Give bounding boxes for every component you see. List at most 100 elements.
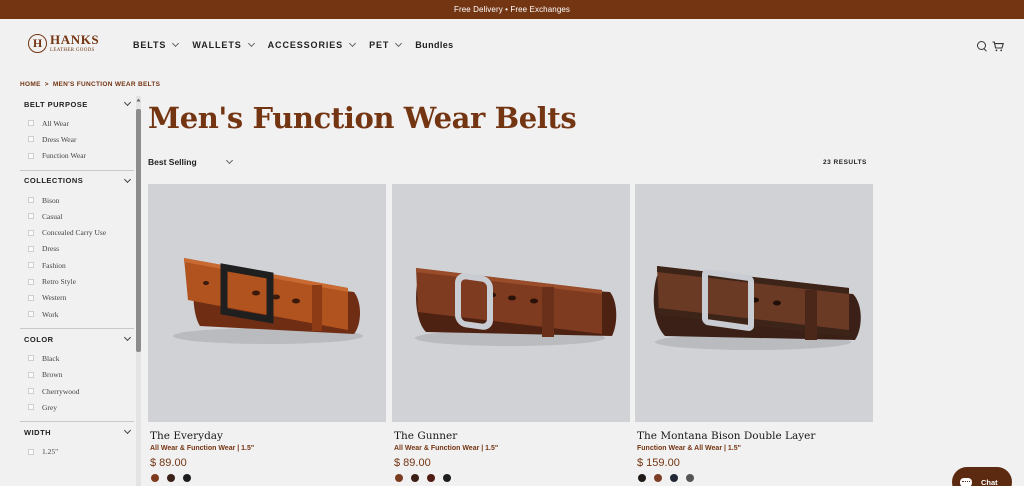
product-name[interactable]: The Montana Bison Double Layer xyxy=(637,430,815,442)
filter-option-label: Dress Wear xyxy=(42,134,77,144)
logo-name: HANKS xyxy=(50,32,100,47)
facet-title: COLLECTIONS xyxy=(24,176,84,186)
filter-option[interactable]: Black xyxy=(28,350,134,366)
filter-option[interactable]: Western xyxy=(28,290,134,306)
chat-button[interactable]: Chat xyxy=(952,467,1012,486)
product-card[interactable]: The Montana Bison Double Layer Function … xyxy=(635,184,873,486)
checkbox[interactable] xyxy=(28,311,34,318)
nav-item-label: WALLETS xyxy=(192,40,242,50)
scrollbar-thumb[interactable] xyxy=(136,109,141,352)
product-subtitle: All Wear & Function Wear | 1.5" xyxy=(150,445,255,452)
filter-option[interactable]: 1.25" xyxy=(28,443,134,459)
page-title: Men's Function Wear Belts xyxy=(148,101,577,135)
nav-item-pet[interactable]: PET xyxy=(369,39,403,50)
color-swatch[interactable] xyxy=(443,474,451,482)
filter-option[interactable]: Bison xyxy=(28,192,134,208)
nav-item-accessories[interactable]: ACCESSORIES xyxy=(268,39,357,50)
sort-label: Best Selling xyxy=(148,157,197,167)
color-swatch[interactable] xyxy=(670,474,678,482)
product-card[interactable]: The Everyday All Wear & Function Wear | … xyxy=(148,184,386,486)
sort-dropdown[interactable]: Best Selling xyxy=(148,156,233,167)
checkbox[interactable] xyxy=(28,371,34,378)
color-swatch[interactable] xyxy=(411,474,419,482)
filter-option-label: Cherrywood xyxy=(42,386,80,396)
color-swatch[interactable] xyxy=(638,474,646,482)
checkbox[interactable] xyxy=(28,152,34,159)
checkbox[interactable] xyxy=(28,213,34,220)
color-swatch[interactable] xyxy=(183,474,191,482)
filter-option[interactable]: All Wear xyxy=(28,115,134,131)
search-icon[interactable] xyxy=(977,41,988,52)
scroll-up-arrow-icon[interactable] xyxy=(136,97,141,103)
checkbox[interactable] xyxy=(28,245,34,252)
color-swatch[interactable] xyxy=(654,474,662,482)
header-icons xyxy=(977,41,1004,52)
checkbox[interactable] xyxy=(28,278,34,285)
facet-color: COLOR Black Brown Cherrywood Grey xyxy=(20,329,134,423)
color-swatch[interactable] xyxy=(686,474,694,482)
facet-collections: COLLECTIONS Bison Casual Concealed Carry… xyxy=(20,171,134,330)
product-image[interactable] xyxy=(635,184,873,422)
nav-item-belts[interactable]: BELTS xyxy=(133,39,180,50)
brand-logo[interactable]: H HANKS LEATHER GOODS xyxy=(28,31,99,55)
facet-options: All Wear Dress Wear Function Wear xyxy=(20,114,134,170)
checkbox[interactable] xyxy=(28,388,34,394)
breadcrumb-home[interactable]: HOME xyxy=(20,81,41,88)
color-swatch[interactable] xyxy=(151,474,159,482)
product-name[interactable]: The Gunner xyxy=(394,430,457,442)
filter-option[interactable]: Brown xyxy=(28,367,134,383)
cart-icon[interactable] xyxy=(992,41,1004,52)
checkbox[interactable] xyxy=(28,448,34,455)
facet-header[interactable]: BELT PURPOSE xyxy=(20,94,134,114)
product-card[interactable]: The Gunner All Wear & Function Wear | 1.… xyxy=(392,184,630,486)
logo-text: HANKS LEATHER GOODS xyxy=(50,33,99,53)
product-subtitle: All Wear & Function Wear | 1.5" xyxy=(394,445,499,452)
filter-option[interactable]: Concealed Carry Use xyxy=(28,224,134,240)
facet-title: BELT PURPOSE xyxy=(24,99,88,109)
filter-option-label: Grey xyxy=(42,402,57,412)
checkbox[interactable] xyxy=(28,262,34,269)
filter-option[interactable]: Dress xyxy=(28,241,134,257)
color-swatch[interactable] xyxy=(395,474,403,482)
checkbox[interactable] xyxy=(28,404,34,411)
chat-bubble-icon xyxy=(960,477,972,486)
checkbox[interactable] xyxy=(28,229,34,236)
product-name[interactable]: The Everyday xyxy=(150,430,223,442)
facet-title: WIDTH xyxy=(24,427,52,437)
filter-option[interactable]: Cherrywood xyxy=(28,383,134,399)
filter-option-label: Concealed Carry Use xyxy=(42,228,107,238)
logo-mark-icon: H xyxy=(28,33,47,53)
checkbox[interactable] xyxy=(28,355,34,362)
facet-header[interactable]: WIDTH xyxy=(20,422,134,442)
nav-item-bundles[interactable]: Bundles xyxy=(415,40,453,50)
filter-option-label: Work xyxy=(42,309,59,319)
checkbox[interactable] xyxy=(28,197,34,204)
product-image[interactable] xyxy=(148,184,386,422)
belt-image xyxy=(173,258,363,344)
filter-option-label: Western xyxy=(42,293,67,303)
filter-option[interactable]: Fashion xyxy=(28,257,134,273)
nav-item-wallets[interactable]: WALLETS xyxy=(192,39,255,50)
filter-option[interactable]: Work xyxy=(28,306,134,322)
filter-option[interactable]: Function Wear xyxy=(28,148,134,164)
checkbox[interactable] xyxy=(28,136,34,143)
filter-option[interactable]: Dress Wear xyxy=(28,131,134,147)
facet-header[interactable]: COLOR xyxy=(20,329,134,349)
chevron-down-icon xyxy=(123,334,132,342)
chevron-down-icon xyxy=(123,98,132,107)
checkbox[interactable] xyxy=(28,294,34,301)
filter-option[interactable]: Grey xyxy=(28,399,134,415)
facet-options: Black Brown Cherrywood Grey xyxy=(20,349,134,421)
product-image[interactable] xyxy=(392,184,630,422)
nav-item-label: Bundles xyxy=(415,40,454,50)
color-swatch[interactable] xyxy=(167,474,175,482)
results-count: 23 RESULTS xyxy=(823,159,867,166)
filter-option[interactable]: Retro Style xyxy=(28,273,134,289)
color-swatch[interactable] xyxy=(427,474,435,482)
checkbox[interactable] xyxy=(28,120,34,127)
facet-header[interactable]: COLLECTIONS xyxy=(20,171,134,191)
nav-item-label: PET xyxy=(369,40,390,50)
filter-option-label: Brown xyxy=(42,370,63,380)
product-subtitle: Function Wear & All Wear | 1.5" xyxy=(637,445,741,452)
filter-option[interactable]: Casual xyxy=(28,208,134,224)
